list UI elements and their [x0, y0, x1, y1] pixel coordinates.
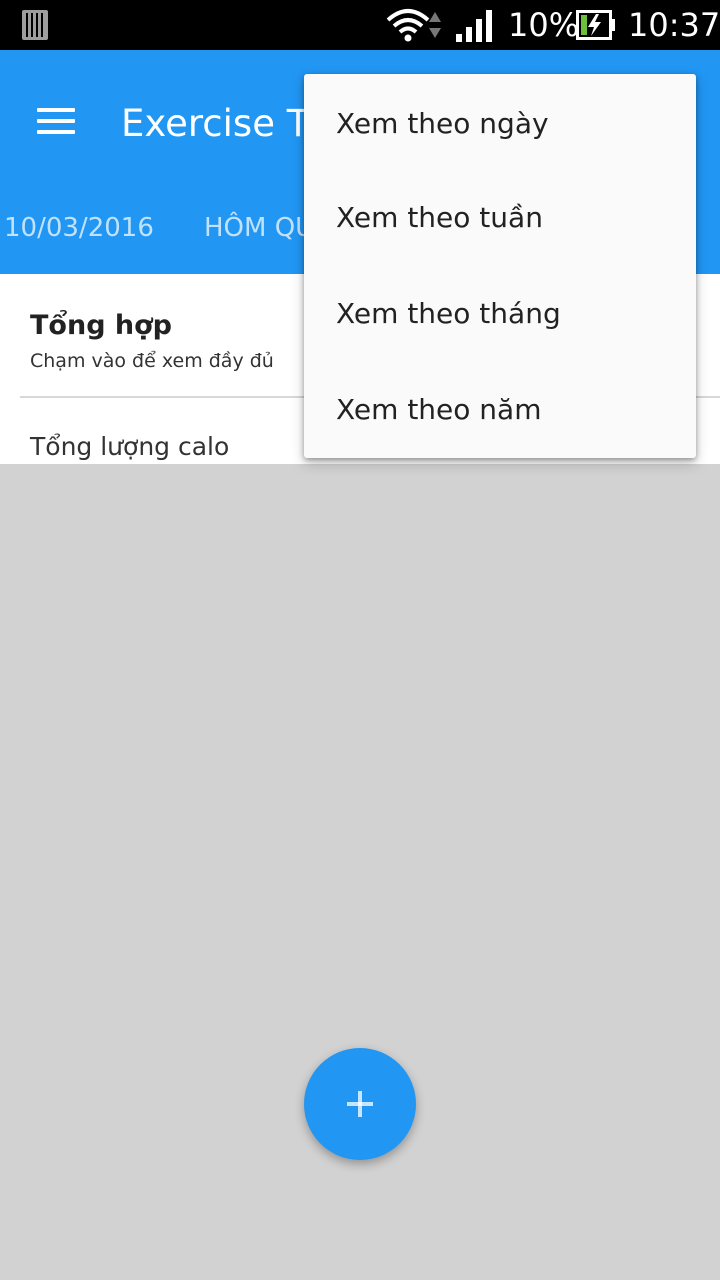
menu-item-label: Xem theo tuần: [336, 201, 543, 234]
menu-item-view-by-month[interactable]: Xem theo tháng: [304, 266, 696, 362]
tab-date[interactable]: 10/03/2016: [4, 210, 154, 246]
menu-item-label: Xem theo năm: [336, 393, 542, 426]
hamburger-menu-icon[interactable]: [37, 108, 75, 134]
notification-icon: [22, 10, 48, 40]
summary-title: Tổng hợp: [30, 310, 173, 341]
status-bar: 10% 10:37: [0, 0, 720, 50]
menu-item-view-by-week[interactable]: Xem theo tuần: [304, 170, 696, 266]
summary-subtitle: Chạm vào để xem đầy đủ: [30, 350, 274, 372]
data-activity-icon: [429, 12, 441, 38]
total-calorie-label: Tổng lượng calo: [30, 432, 230, 461]
menu-item-label: Xem theo ngày: [336, 107, 549, 140]
add-exercise-button[interactable]: [304, 1048, 416, 1160]
menu-item-view-by-day[interactable]: Xem theo ngày: [304, 74, 696, 170]
menu-item-view-by-year[interactable]: Xem theo năm: [304, 362, 696, 458]
battery-charging-icon: [576, 10, 615, 40]
clock: 10:37: [628, 6, 720, 44]
menu-item-label: Xem theo tháng: [336, 297, 561, 330]
signal-icon: [456, 10, 492, 42]
battery-percent: 10%: [508, 6, 580, 44]
app-title: Exercise T: [121, 102, 310, 145]
wifi-icon: [386, 9, 430, 42]
app-screen: 10% 10:37 Exercise T 10/03/2016 HÔM QU T…: [0, 0, 720, 1280]
tab-yesterday[interactable]: HÔM QU: [204, 210, 314, 246]
view-mode-popup-menu: Xem theo ngày Xem theo tuần Xem theo thá…: [304, 74, 696, 458]
